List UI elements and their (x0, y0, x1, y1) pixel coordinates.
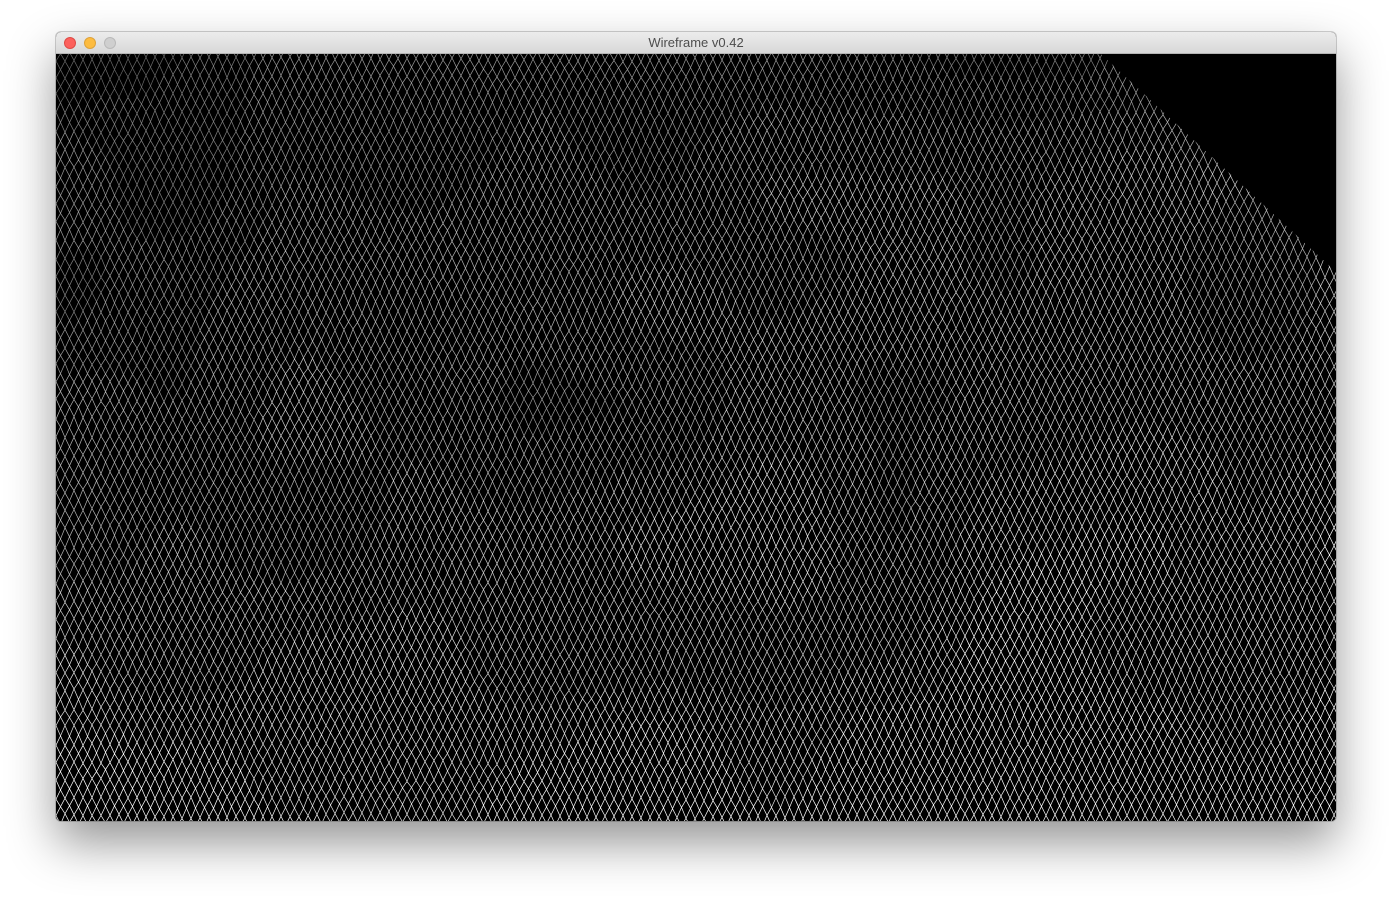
title-bar[interactable]: Wireframe v0.42 (56, 32, 1336, 54)
terrain-wireframe-canvas[interactable] (56, 54, 1336, 821)
desktop: Wireframe v0.42 (0, 0, 1392, 902)
window-title: Wireframe v0.42 (648, 35, 744, 50)
wireframe-viewport[interactable] (56, 54, 1336, 821)
app-window: Wireframe v0.42 (56, 32, 1336, 821)
